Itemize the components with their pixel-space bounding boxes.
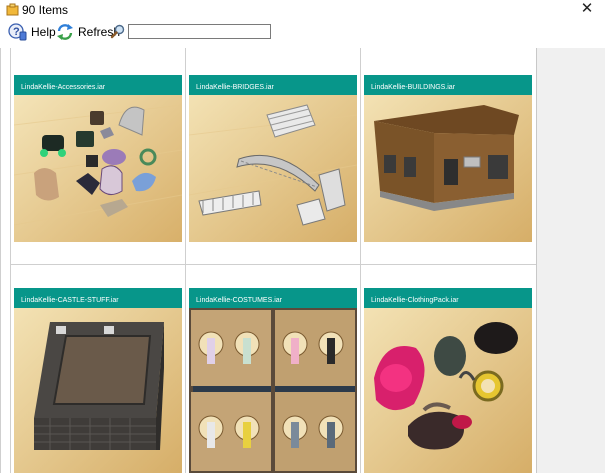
search-icon bbox=[110, 24, 125, 39]
item-label: LindaKellie-ClothingPack.iar bbox=[364, 288, 532, 308]
bridges-thumbnail bbox=[189, 95, 357, 242]
costumes-thumbnail bbox=[189, 308, 357, 473]
accessories-thumbnail bbox=[14, 95, 182, 242]
details-pane bbox=[536, 48, 605, 473]
item-label: LindaKellie-CASTLE-STUFF.iar bbox=[14, 288, 182, 308]
svg-text:?: ? bbox=[13, 26, 20, 38]
item-card-clothing-pack[interactable]: LindaKellie-ClothingPack.iar bbox=[364, 288, 532, 473]
items-grid: LindaKellie-Accessories.iar LindaKellie-… bbox=[0, 48, 537, 473]
item-label: LindaKellie-BUILDINGS.iar bbox=[364, 75, 532, 95]
castle-thumbnail bbox=[14, 308, 182, 473]
toolbar: ? Help Refresh bbox=[0, 20, 605, 44]
item-card-accessories[interactable]: LindaKellie-Accessories.iar bbox=[14, 75, 182, 242]
app-icon bbox=[6, 3, 19, 16]
item-card-castle-stuff[interactable]: LindaKellie-CASTLE-STUFF.iar bbox=[14, 288, 182, 473]
close-icon[interactable]: ✕ bbox=[577, 0, 597, 18]
help-label: Help bbox=[31, 25, 56, 39]
item-card-costumes[interactable]: LindaKellie-COSTUMES.iar bbox=[189, 288, 357, 473]
item-label: LindaKellie-COSTUMES.iar bbox=[189, 288, 357, 308]
clothing-thumbnail bbox=[364, 308, 532, 473]
item-card-buildings[interactable]: LindaKellie-BUILDINGS.iar bbox=[364, 75, 532, 242]
item-label: LindaKellie-Accessories.iar bbox=[14, 75, 182, 95]
window-titlebar: 90 Items ✕ bbox=[0, 0, 605, 20]
item-label: LindaKellie-BRIDGES.iar bbox=[189, 75, 357, 95]
refresh-icon bbox=[57, 24, 73, 40]
item-card-bridges[interactable]: LindaKellie-BRIDGES.iar bbox=[189, 75, 357, 242]
search-input[interactable] bbox=[128, 24, 271, 39]
help-icon: ? bbox=[8, 23, 27, 41]
help-button[interactable]: ? Help bbox=[8, 22, 56, 42]
window-title: 90 Items bbox=[22, 3, 69, 17]
buildings-thumbnail bbox=[364, 95, 532, 242]
